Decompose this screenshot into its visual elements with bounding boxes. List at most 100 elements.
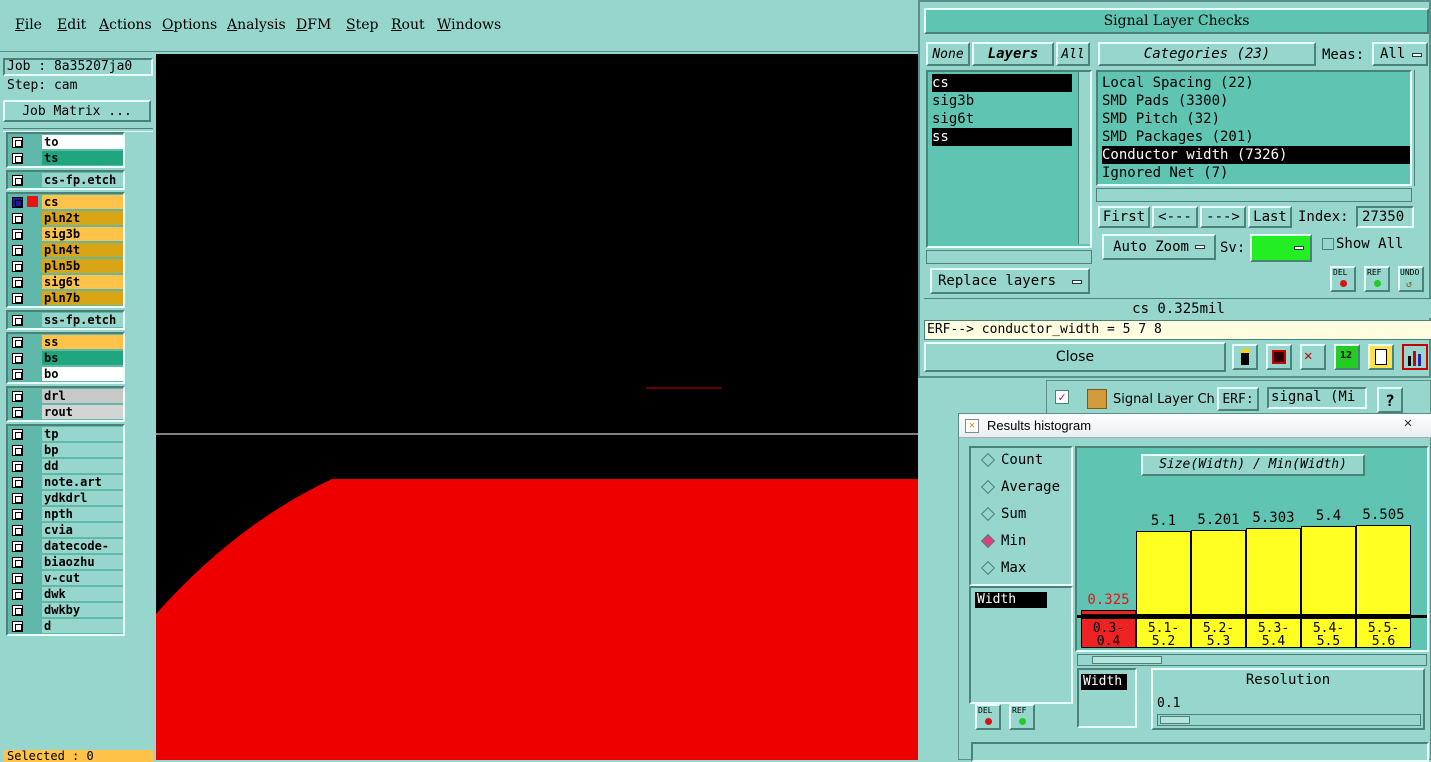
layer-checkbox[interactable] xyxy=(12,588,23,600)
layer-row-ss-fp.etch[interactable]: ss-fp.etch xyxy=(8,312,123,328)
layer-checkbox[interactable] xyxy=(12,572,23,584)
layer-checkbox[interactable] xyxy=(12,556,23,568)
none-button[interactable]: None xyxy=(926,42,970,66)
radio-sum[interactable]: Sum xyxy=(979,506,1026,522)
layer-name[interactable]: d xyxy=(42,619,123,633)
layer-row-ts[interactable]: ts xyxy=(8,150,123,166)
histogram-icon[interactable] xyxy=(1402,344,1428,370)
show-all-checkbox[interactable] xyxy=(1322,238,1334,250)
layer-name[interactable]: cvia xyxy=(42,523,123,537)
close-button[interactable]: Close xyxy=(924,342,1226,372)
layer-checkbox[interactable] xyxy=(12,292,23,304)
layers-button[interactable]: Layers xyxy=(972,42,1054,66)
slider-thumb[interactable] xyxy=(1160,716,1190,724)
attribute-item[interactable]: Width xyxy=(975,592,1047,608)
layer-checkbox[interactable] xyxy=(12,390,23,402)
layer-row-dwk[interactable]: dwk xyxy=(8,586,123,602)
layer-checkbox[interactable] xyxy=(12,336,23,348)
layer-row-pln5b[interactable]: pln5b xyxy=(8,258,123,274)
layer-row-npth[interactable]: npth xyxy=(8,506,123,522)
meas-dropdown[interactable]: All xyxy=(1372,42,1428,66)
layer-row-sig6t[interactable]: sig6t xyxy=(8,274,123,290)
layer-name[interactable]: rout xyxy=(42,405,123,419)
layer-checkbox[interactable] xyxy=(12,460,23,472)
scroll-thumb[interactable] xyxy=(1092,656,1162,664)
all-layers-button[interactable]: All xyxy=(1056,42,1090,66)
layer-row-biaozhu[interactable]: biaozhu xyxy=(8,554,123,570)
layer-checkbox[interactable] xyxy=(12,428,23,440)
layer-checkbox[interactable] xyxy=(12,368,23,380)
checkbox-icon[interactable]: ✓ xyxy=(1055,390,1069,404)
layer-name[interactable]: datecode-to xyxy=(42,539,123,567)
layer-row-tp[interactable]: tp xyxy=(8,426,123,442)
layer-name[interactable]: tp xyxy=(42,427,123,441)
radio-max[interactable]: Max xyxy=(979,560,1026,576)
layer-checkbox[interactable] xyxy=(12,174,23,186)
layer-row-bs[interactable]: bs xyxy=(8,350,123,366)
next-button[interactable]: ---> xyxy=(1200,206,1246,228)
layer-list-scrollbar[interactable] xyxy=(1078,72,1090,244)
layer-name[interactable]: sig6t xyxy=(42,275,123,289)
layer-list-item[interactable]: sig3b xyxy=(932,92,1072,110)
job-matrix-button[interactable]: Job Matrix ... xyxy=(3,100,151,122)
layer-row-pln7b[interactable]: pln7b xyxy=(8,290,123,306)
histogram-bar[interactable] xyxy=(1301,526,1356,615)
layer-checkbox[interactable] xyxy=(12,620,23,632)
ref-button[interactable]: REF xyxy=(1009,704,1035,730)
layer-checkbox[interactable] xyxy=(12,260,23,272)
menu-analysis[interactable]: Analysis xyxy=(227,17,286,33)
layer-row-bp[interactable]: bp xyxy=(8,442,123,458)
layer-name[interactable]: npth xyxy=(42,507,123,521)
layer-name[interactable]: pln2t xyxy=(42,211,123,225)
layer-checkbox[interactable] xyxy=(12,136,23,148)
layer-checkbox[interactable] xyxy=(12,444,23,456)
attribute-list[interactable]: Width xyxy=(969,586,1073,704)
count-icon[interactable]: 12 xyxy=(1334,344,1360,370)
layer-checkbox[interactable] xyxy=(12,476,23,488)
layer-row-d[interactable]: d xyxy=(8,618,123,634)
layer-row-ss[interactable]: ss xyxy=(8,334,123,350)
layer-row-to[interactable]: to xyxy=(8,134,123,150)
close-icon[interactable]: ✕ xyxy=(1389,416,1427,432)
radio-average[interactable]: Average xyxy=(979,479,1060,495)
layer-row-dd[interactable]: dd xyxy=(8,458,123,474)
prev-button[interactable]: <--- xyxy=(1152,206,1198,228)
histogram-bar[interactable] xyxy=(1191,530,1246,615)
layer-checkbox[interactable] xyxy=(12,352,23,364)
erf-field[interactable]: signal (Mi xyxy=(1267,387,1367,409)
attribute-list-2[interactable]: Width xyxy=(1077,668,1137,728)
layer-row-note.art[interactable]: note.art xyxy=(8,474,123,490)
sv-color-dropdown[interactable] xyxy=(1250,234,1312,262)
layer-name[interactable]: note.art xyxy=(42,475,123,489)
menu-actions[interactable]: Actions xyxy=(99,17,152,33)
erf-button[interactable]: ERF: xyxy=(1217,387,1259,411)
graphics-canvas[interactable] xyxy=(156,54,918,760)
categories-list[interactable]: Local Spacing (22) SMD Pads (3300) SMD Pit… xyxy=(1096,70,1412,186)
categories-button[interactable]: Categories (23) xyxy=(1098,42,1316,66)
layer-row-pln4t[interactable]: pln4t xyxy=(8,242,123,258)
report-icon[interactable] xyxy=(1368,344,1394,370)
radio-count[interactable]: Count xyxy=(979,452,1043,468)
layer-row-bo[interactable]: bo xyxy=(8,366,123,382)
layer-name[interactable]: pln4t xyxy=(42,243,123,257)
layer-name[interactable]: dd xyxy=(42,459,123,473)
resolution-slider[interactable] xyxy=(1157,714,1421,726)
layer-name[interactable]: dwk xyxy=(42,587,123,601)
layer-name[interactable]: pln5b xyxy=(42,259,123,273)
layer-checkbox[interactable] xyxy=(12,314,23,326)
layer-checkbox[interactable] xyxy=(12,212,23,224)
menu-step[interactable]: Step xyxy=(346,17,378,33)
layer-row-ydkdrl[interactable]: ydkdrl xyxy=(8,490,123,506)
layer-name[interactable]: bo xyxy=(42,367,123,381)
help-button[interactable]: ? xyxy=(1377,387,1403,413)
category-item[interactable]: Ignored Net (7) xyxy=(1102,164,1410,182)
undo-button[interactable]: UNDO ↺ xyxy=(1398,266,1424,292)
layer-checkbox[interactable] xyxy=(12,244,23,256)
layer-row-cs[interactable]: cs xyxy=(8,194,123,210)
layer-name[interactable]: cs-fp.etch xyxy=(42,173,123,187)
layer-row-sig3b[interactable]: sig3b xyxy=(8,226,123,242)
layer-list-item[interactable]: sig6t xyxy=(932,110,1072,128)
layer-list-item[interactable]: ss xyxy=(932,128,1072,146)
layer-checkbox[interactable] xyxy=(12,228,23,240)
category-item[interactable]: Conductor width (7326) xyxy=(1102,146,1410,164)
